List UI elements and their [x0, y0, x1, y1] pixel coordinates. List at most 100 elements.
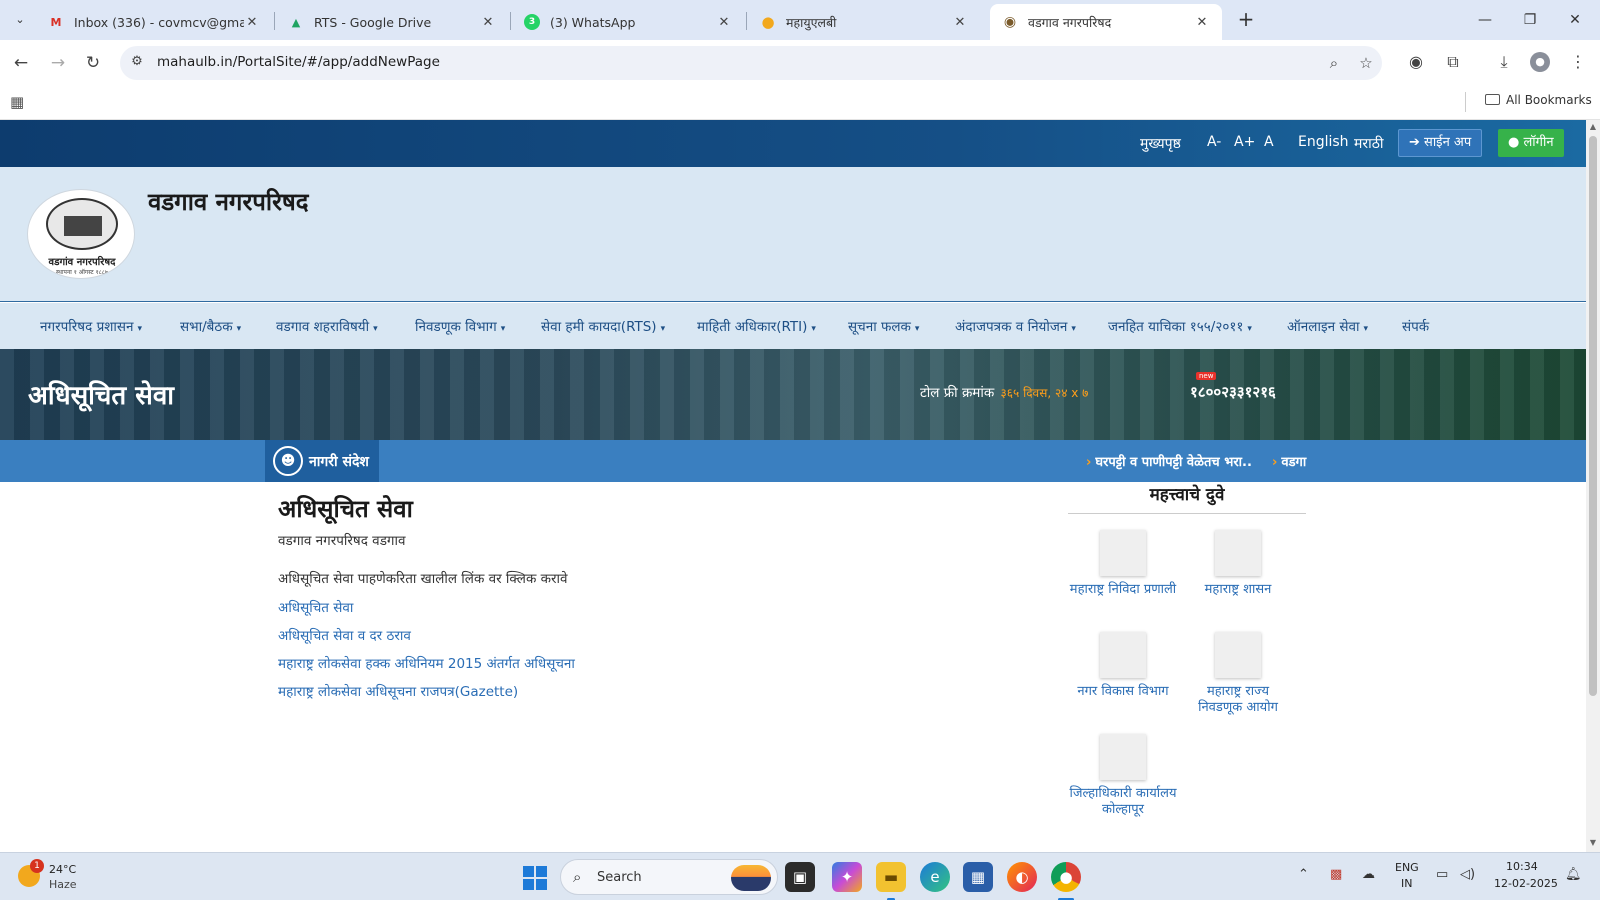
tab-search-chevron-icon[interactable]: ⌄ — [8, 8, 32, 32]
main-navigation: नगरपरिषद प्रशासन ▾ सभा/बैठक ▾ वडगाव शहरावि… — [0, 303, 1586, 349]
download-icon[interactable]: ⤓ — [1492, 50, 1516, 74]
nav-label: जनहित याचिका १५५/२०११ — [1108, 319, 1244, 335]
nav-administration[interactable]: नगरपरिषद प्रशासन ▾ — [40, 317, 142, 335]
weather-temp: 24°C — [49, 863, 77, 876]
language-indicator-bottom[interactable]: IN — [1401, 877, 1412, 890]
tab-gmail[interactable]: M Inbox (336) - covmcv@gmail.co ✕ — [36, 4, 272, 40]
taskbar-search[interactable]: ⌕ Search — [560, 859, 778, 895]
store-icon[interactable]: ▦ — [963, 862, 993, 892]
restore-icon[interactable]: ❐ — [1510, 6, 1550, 34]
search-highlight-art — [731, 865, 771, 891]
clock-date[interactable]: 12-02-2025 — [1494, 877, 1558, 890]
tab-close-icon[interactable]: ✕ — [244, 15, 260, 30]
volume-icon[interactable]: ◁) — [1460, 867, 1475, 882]
municipal-logo[interactable]: वडगांव नगरपरिषद स्थापना १ ऑगस्ट १८८७ — [27, 189, 135, 279]
quicklink-maharashtra-govt[interactable]: महाराष्ट्र शासन — [1183, 530, 1293, 598]
clock-time[interactable]: 10:34 — [1506, 860, 1538, 873]
important-links-title: महत्त्वाचे दुवे — [1068, 482, 1306, 514]
nav-meetings[interactable]: सभा/बैठक ▾ — [180, 317, 241, 335]
font-normal-link[interactable]: A — [1264, 134, 1274, 150]
quicklink-tender-system[interactable]: महाराष्ट्र निविदा प्रणाली — [1068, 530, 1178, 598]
tab-close-icon[interactable]: ✕ — [1194, 15, 1210, 30]
link-rts-act-notification[interactable]: महाराष्ट्र लोकसेवा हक्क अधिनियम 2015 अंत… — [278, 654, 575, 672]
windows-start-icon[interactable] — [523, 866, 547, 890]
zoom-magnifier-icon[interactable]: ⌕ — [1324, 53, 1344, 73]
tab-close-icon[interactable]: ✕ — [952, 15, 968, 30]
marathi-link[interactable]: मराठी — [1354, 134, 1383, 153]
nav-contact[interactable]: संपर्क — [1402, 317, 1429, 335]
login-button[interactable]: ● लॉगीन — [1498, 129, 1564, 157]
edge-icon[interactable]: e — [920, 862, 950, 892]
notifications-bell-icon[interactable]: 🔔︎ — [1565, 867, 1582, 882]
minimize-icon[interactable]: — — [1465, 6, 1505, 34]
tab-google-drive[interactable]: ▲ RTS - Google Drive ✕ — [276, 4, 508, 40]
url-text[interactable]: mahaulb.in/PortalSite/#/app/addNewPage — [157, 54, 440, 70]
content-title: अधिसूचित सेवा — [278, 494, 413, 523]
tab-mahaulb[interactable]: ● महायुएलबी ✕ — [748, 4, 980, 40]
onedrive-offline-icon[interactable]: ☁ — [1362, 867, 1375, 882]
nav-pil[interactable]: जनहित याचिका १५५/२०११ ▾ — [1108, 317, 1252, 335]
weather-widget[interactable]: 1 24°C Haze — [18, 859, 98, 893]
logo-text: वडगांव नगरपरिषद — [48, 257, 116, 268]
profile-avatar-icon[interactable]: ● — [1530, 52, 1550, 72]
kebab-menu-icon[interactable]: ⋮ — [1566, 50, 1590, 74]
signup-button[interactable]: ➔ साईन अप — [1398, 129, 1483, 157]
new-tab-plus-icon[interactable]: + — [1234, 8, 1258, 32]
link-gazette[interactable]: महाराष्ट्र लोकसेवा अधिसूचना राजपत्र(Gaze… — [278, 682, 518, 700]
ticker-item[interactable]: › वडगा — [1272, 452, 1306, 470]
tray-app-icon[interactable]: ▩ — [1330, 867, 1342, 882]
show-hidden-icons-chevron-icon[interactable]: ⌃ — [1298, 867, 1309, 882]
font-increase-link[interactable]: A+ — [1234, 134, 1255, 150]
all-bookmarks-button[interactable]: All Bookmarks — [1485, 93, 1592, 107]
quicklink-election-commission[interactable]: महाराष्ट्र राज्य निवडणूक आयोग — [1183, 632, 1293, 716]
site-title: वडगाव नगरपरिषद — [148, 187, 309, 216]
weather-condition: Haze — [49, 878, 77, 891]
site-settings-icon[interactable]: ⚙ — [128, 54, 146, 72]
scroll-down-icon[interactable]: ▼ — [1588, 838, 1598, 847]
tab-close-icon[interactable]: ✕ — [716, 15, 732, 30]
nav-rti[interactable]: माहिती अधिकार(RTI) ▾ — [697, 317, 816, 335]
ticker-item[interactable]: › घरपट्टी व पाणीपट्टी वेळेतच भरा.. — [1086, 452, 1252, 470]
tab-whatsapp[interactable]: 3 (3) WhatsApp ✕ — [512, 4, 744, 40]
bookmark-star-icon[interactable]: ☆ — [1356, 53, 1376, 73]
quicklink-urban-development[interactable]: नगर विकास विभाग — [1068, 632, 1178, 700]
nav-rts[interactable]: सेवा हमी कायदा(RTS) ▾ — [541, 317, 665, 335]
tab-close-icon[interactable]: ✕ — [480, 15, 496, 30]
back-arrow-icon[interactable]: ← — [8, 50, 34, 76]
toll-free-label: टोल फ्री क्रमांक — [920, 385, 995, 401]
page-scrollbar[interactable]: ▲ ▼ — [1586, 120, 1600, 852]
close-window-icon[interactable]: ✕ — [1555, 6, 1595, 34]
nav-budget[interactable]: अंदाजपत्रक व नियोजन ▾ — [955, 317, 1076, 335]
address-bar[interactable]: ⚙ mahaulb.in/PortalSite/#/app/addNewPage… — [120, 46, 1382, 80]
toll-free-number[interactable]: १८००२३३१२१६ — [1190, 382, 1276, 402]
page-banner: अधिसूचित सेवा टोल फ्री क्रमांक ३६५ दिवस,… — [0, 349, 1586, 440]
scroll-up-icon[interactable]: ▲ — [1588, 122, 1598, 131]
quicklink-collector-office[interactable]: जिल्हाधिकारी कार्यालय कोल्हापूर — [1068, 734, 1178, 818]
language-indicator-top[interactable]: ENG — [1395, 861, 1419, 874]
apps-grid-icon[interactable]: ▦ — [10, 93, 28, 111]
caret-down-icon: ▾ — [1071, 324, 1076, 334]
tab-vadgaon-active[interactable]: ◉ वडगाव नगरपरिषद ✕ — [990, 4, 1222, 40]
nav-election[interactable]: निवडणूक विभाग ▾ — [415, 317, 505, 335]
copilot-icon[interactable]: ✦ — [832, 862, 862, 892]
firefox-icon[interactable]: ◐ — [1007, 862, 1037, 892]
home-link[interactable]: मुख्यपृष्ठ — [1140, 134, 1181, 153]
link-notified-services[interactable]: अधिसूचित सेवा — [278, 598, 353, 616]
nav-notice-board[interactable]: सूचना फलक ▾ — [848, 317, 919, 335]
font-decrease-link[interactable]: A- — [1207, 134, 1221, 150]
nav-online-services[interactable]: ऑनलाइन सेवा ▾ — [1287, 317, 1368, 335]
forward-arrow-icon[interactable]: → — [45, 50, 71, 76]
users-icon: ☻ — [273, 446, 303, 476]
reload-icon[interactable]: ↻ — [80, 50, 106, 76]
nav-about-city[interactable]: वडगाव शहराविषयी ▾ — [276, 317, 378, 335]
english-link[interactable]: English — [1298, 134, 1349, 150]
file-explorer-icon[interactable]: ▬ — [876, 862, 906, 892]
site-top-bar: मुख्यपृष्ठ A- A+ A English मराठी ➔ साईन … — [0, 120, 1586, 167]
link-notified-services-rates[interactable]: अधिसूचित सेवा व दर ठराव — [278, 626, 411, 644]
scrollbar-thumb[interactable] — [1589, 136, 1597, 696]
chrome-icon[interactable]: ● — [1051, 862, 1081, 892]
extensions-puzzle-icon[interactable]: ⧉ — [1441, 50, 1465, 74]
extension-shield-icon[interactable]: ◉ — [1404, 50, 1428, 74]
task-view-icon[interactable]: ▣ — [785, 862, 815, 892]
network-icon[interactable]: ▭ — [1436, 867, 1448, 882]
